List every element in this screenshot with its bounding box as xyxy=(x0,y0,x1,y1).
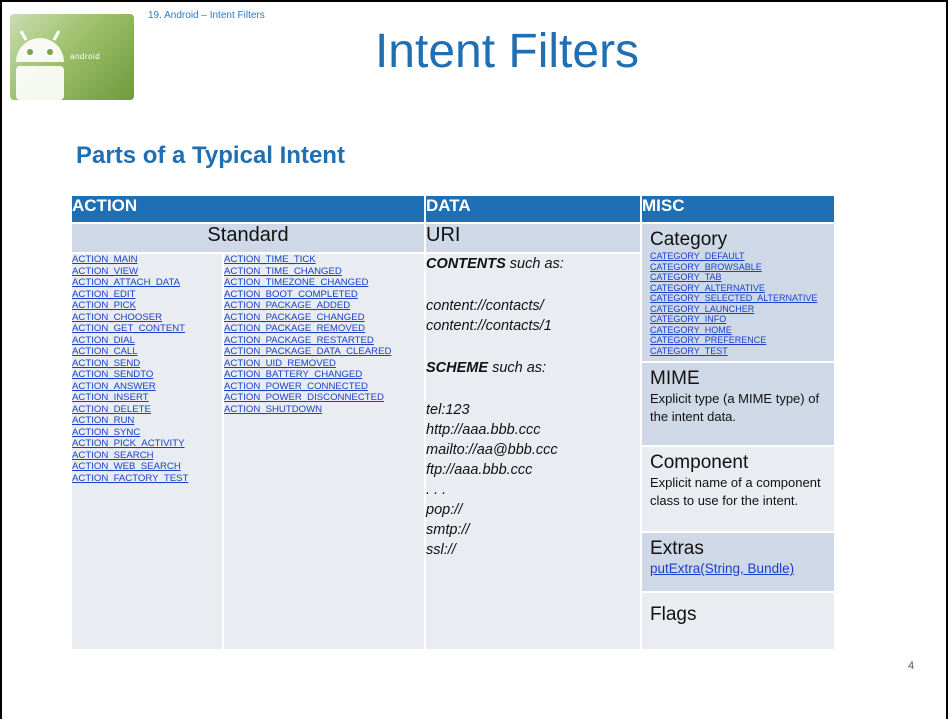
category-link[interactable]: CATEGORY_LAUNCHER xyxy=(650,304,826,315)
action-link[interactable]: ACTION_ATTACH_DATA xyxy=(72,277,222,289)
action-link[interactable]: ACTION_ANSWER xyxy=(72,381,222,393)
action-link[interactable]: ACTION_PACKAGE_CHANGED xyxy=(224,312,424,324)
action-link[interactable]: ACTION_SEARCH xyxy=(72,450,222,462)
action-link[interactable]: ACTION_PICK xyxy=(72,300,222,312)
action-link[interactable]: ACTION_TIMEZONE_CHANGED xyxy=(224,277,424,289)
category-link[interactable]: CATEGORY_TAB xyxy=(650,272,826,283)
action-link[interactable]: ACTION_UID_REMOVED xyxy=(224,358,424,370)
category-link[interactable]: CATEGORY_INFO xyxy=(650,314,826,325)
action-link[interactable]: ACTION_TIME_CHANGED xyxy=(224,266,424,278)
contents-example: content://contacts/1 xyxy=(426,318,552,335)
action-link[interactable]: ACTION_PACKAGE_RESTARTED xyxy=(224,335,424,347)
action-link[interactable]: ACTION_CALL xyxy=(72,346,222,358)
action-link[interactable]: ACTION_INSERT xyxy=(72,392,222,404)
scheme-label: SCHEME xyxy=(426,360,489,377)
scheme-example: smtp:// xyxy=(426,522,470,539)
action-link[interactable]: ACTION_PICK_ACTIVITY xyxy=(72,438,222,450)
component-head: Component xyxy=(650,452,749,473)
action-link[interactable]: ACTION_BATTERY_CHANGED xyxy=(224,369,424,381)
scheme-example: ssl:// xyxy=(426,542,456,559)
action-link[interactable]: ACTION_PACKAGE_DATA_CLEARED xyxy=(224,346,424,358)
action-link[interactable]: ACTION_PACKAGE_ADDED xyxy=(224,300,424,312)
action-link[interactable]: ACTION_CHOOSER xyxy=(72,312,222,324)
action-link[interactable]: ACTION_BOOT_COMPLETED xyxy=(224,289,424,301)
mime-head: MIME xyxy=(650,368,700,389)
put-extra-link[interactable]: putExtra(String, Bundle) xyxy=(650,560,826,578)
action-link[interactable]: ACTION_FACTORY_TEST xyxy=(72,473,222,485)
action-link[interactable]: ACTION_PACKAGE_REMOVED xyxy=(224,323,424,335)
action-link[interactable]: ACTION_SENDTO xyxy=(72,369,222,381)
category-box: Category CATEGORY_DEFAULT CATEGORY_BROWSA… xyxy=(642,224,835,361)
header-action: ACTION xyxy=(69,194,427,224)
category-link[interactable]: CATEGORY_DEFAULT xyxy=(650,251,826,262)
scheme-example: tel:123 xyxy=(426,402,470,419)
section-title: Parts of a Typical Intent xyxy=(76,142,345,169)
scheme-example: ftp://aaa.bbb.ccc xyxy=(426,462,533,479)
contents-label: CONTENTS xyxy=(426,256,506,273)
page-title: Intent Filters xyxy=(374,25,640,78)
extras-head: Extras xyxy=(650,538,704,559)
action-link[interactable]: ACTION_GET_CONTENT xyxy=(72,323,222,335)
category-link[interactable]: CATEGORY_PREFERENCE xyxy=(650,335,826,346)
component-text: Explicit name of a component class to us… xyxy=(650,475,821,508)
intent-parts-table: ACTION DATA MISC Standard URI Category C… xyxy=(69,194,837,651)
scheme-example: http://aaa.bbb.ccc xyxy=(426,422,541,439)
header-misc: MISC xyxy=(640,194,837,224)
category-link[interactable]: CATEGORY_ALTERNATIVE xyxy=(650,283,826,294)
slide: android 19. Android – Intent Filters Int… xyxy=(0,0,948,719)
action-link[interactable]: ACTION_SEND xyxy=(72,358,222,370)
page-number: 4 xyxy=(908,660,915,672)
category-head: Category xyxy=(650,229,728,250)
flags-box: Flags xyxy=(642,593,835,649)
actions-list-2: ACTION_TIME_TICK ACTION_TIME_CHANGED ACTIO… xyxy=(224,254,424,415)
contents-example: content://contacts/ xyxy=(426,298,544,315)
action-link[interactable]: ACTION_WEB_SEARCH xyxy=(72,461,222,473)
mime-box: MIME Explicit type (a MIME type) of the … xyxy=(642,363,835,445)
actions-column-2: ACTION_TIME_TICK ACTION_TIME_CHANGED ACTIO… xyxy=(221,252,427,651)
contents-suffix: such as: xyxy=(505,256,564,273)
action-link[interactable]: ACTION_TIME_TICK xyxy=(224,254,424,266)
scheme-example: pop:// xyxy=(426,502,463,519)
mime-text: Explicit type (a MIME type) of the inten… xyxy=(650,391,820,424)
contents-line: CONTENTS such as: xyxy=(426,254,640,274)
category-link[interactable]: CATEGORY_BROWSABLE xyxy=(650,262,826,273)
category-link[interactable]: CATEGORY_TEST xyxy=(650,346,826,357)
action-link[interactable]: ACTION_RUN xyxy=(72,415,222,427)
action-link[interactable]: ACTION_SYNC xyxy=(72,427,222,439)
category-list: CATEGORY_DEFAULT CATEGORY_BROWSABLE CATEGO… xyxy=(650,251,826,356)
action-link[interactable]: ACTION_SHUTDOWN xyxy=(224,404,424,416)
action-link[interactable]: ACTION_DIAL xyxy=(72,335,222,347)
component-box: Component Explicit name of a component c… xyxy=(642,447,835,531)
action-link[interactable]: ACTION_DELETE xyxy=(72,404,222,416)
scheme-example: mailto://aa@bbb.ccc xyxy=(426,442,558,459)
contents-examples: content://contacts/content://contacts/1 xyxy=(426,296,640,336)
scheme-examples: tel:123 http://aaa.bbb.ccc mailto://aa@bbb… xyxy=(426,400,640,560)
data-uri-label: URI xyxy=(424,221,643,255)
category-link[interactable]: CATEGORY_HOME xyxy=(650,325,826,336)
action-link[interactable]: ACTION_EDIT xyxy=(72,289,222,301)
scheme-example: . . . xyxy=(426,482,447,499)
action-standard-label: Standard xyxy=(69,221,427,255)
scheme-line: SCHEME such as: xyxy=(426,358,640,378)
actions-list-1: ACTION_MAIN ACTION_VIEW ACTION_ATTACH_DATA… xyxy=(72,254,222,484)
scheme-suffix: such as: xyxy=(488,360,547,377)
flags-head: Flags xyxy=(650,604,697,625)
slide-subtitle: 19. Android – Intent Filters xyxy=(148,10,265,21)
data-column: CONTENTS such as: content://contacts/con… xyxy=(424,252,643,651)
misc-column: Category CATEGORY_DEFAULT CATEGORY_BROWSA… xyxy=(640,222,837,651)
action-link[interactable]: ACTION_MAIN xyxy=(72,254,222,266)
header-data: DATA xyxy=(424,194,643,224)
extras-box: Extras putExtra(String, Bundle) xyxy=(642,533,835,591)
actions-column-1: ACTION_MAIN ACTION_VIEW ACTION_ATTACH_DATA… xyxy=(70,252,224,651)
action-link[interactable]: ACTION_VIEW xyxy=(72,266,222,278)
action-link[interactable]: ACTION_POWER_DISCONNECTED xyxy=(224,392,424,404)
action-link[interactable]: ACTION_POWER_CONNECTED xyxy=(224,381,424,393)
category-link[interactable]: CATEGORY_SELECTED_ALTERNATIVE xyxy=(650,293,826,304)
